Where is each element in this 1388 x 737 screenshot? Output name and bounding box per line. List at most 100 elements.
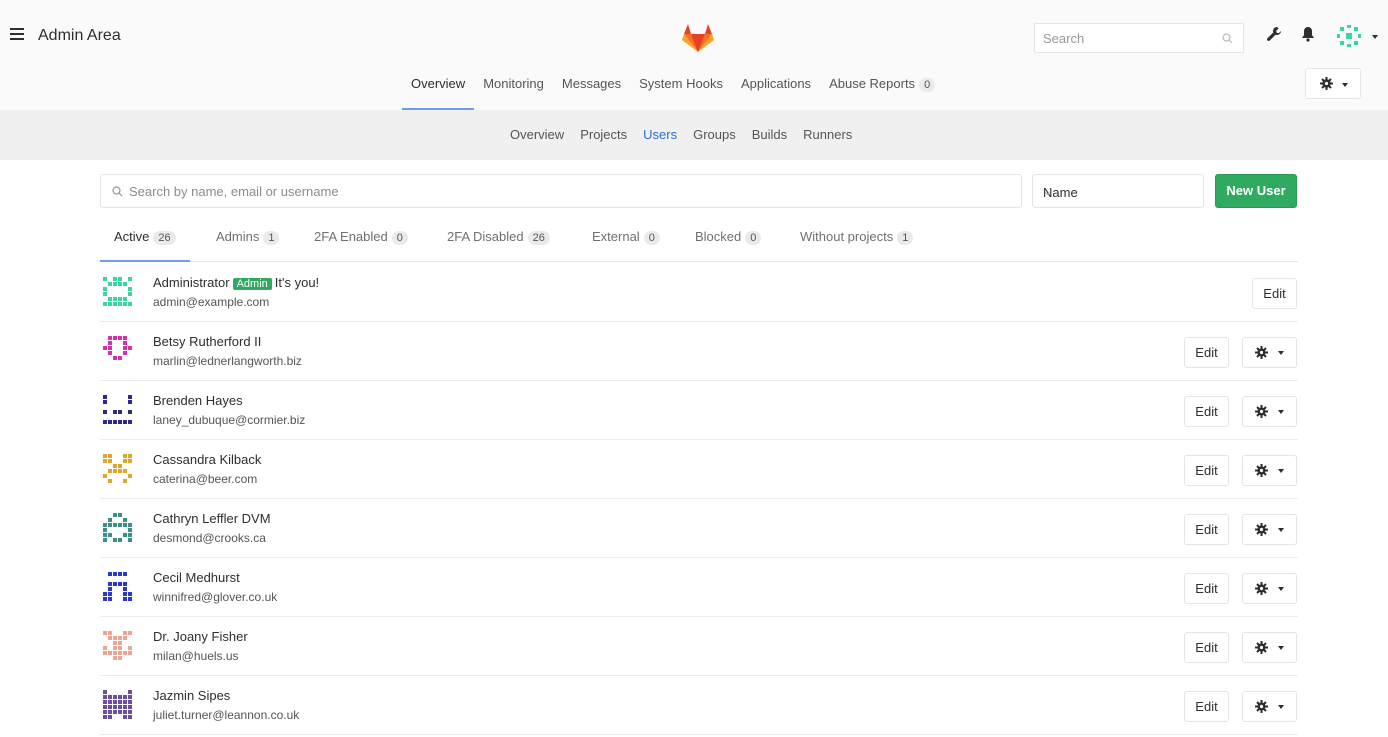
avatar: [103, 336, 132, 360]
user-name-line: Betsy Rutherford II: [153, 334, 261, 349]
subtab-runners[interactable]: Runners: [795, 110, 860, 160]
filter-tab-label: Without projects: [800, 229, 894, 244]
wrench-icon[interactable]: [1266, 26, 1282, 42]
user-name[interactable]: Dr. Joany Fisher: [153, 629, 248, 644]
gear-icon: [1255, 700, 1268, 713]
filter-tab-admins[interactable]: Admins 1: [202, 222, 293, 262]
user-row: Administrator Admin It's you! admin@example…: [100, 263, 1298, 322]
filter-tab-external[interactable]: External 0: [578, 222, 674, 262]
app-header: Admin Area: [0, 0, 1388, 62]
user-actions-dropdown[interactable]: [1242, 514, 1297, 545]
filter-tab-2fa-enabled[interactable]: 2FA Enabled 0: [300, 222, 422, 262]
edit-button[interactable]: Edit: [1184, 514, 1229, 545]
edit-button[interactable]: Edit: [1252, 278, 1297, 309]
subtab-overview[interactable]: Overview: [502, 110, 572, 160]
edit-button[interactable]: Edit: [1184, 632, 1229, 663]
new-user-button[interactable]: New User: [1215, 174, 1297, 208]
settings-dropdown-button[interactable]: [1305, 68, 1361, 99]
user-row: Cecil Medhurst winnifred@glover.co.uk Edit: [100, 558, 1298, 617]
avatar: [103, 513, 132, 542]
tab-overview[interactable]: Overview: [402, 62, 475, 110]
filter-tab-label: 2FA Disabled: [447, 229, 524, 244]
filter-tab-label: External: [592, 229, 640, 244]
chevron-down-icon: [1278, 469, 1284, 473]
gear-icon: [1255, 405, 1268, 418]
chevron-down-icon: [1372, 35, 1378, 39]
user-name[interactable]: Jazmin Sipes: [153, 688, 230, 703]
user-name[interactable]: Betsy Rutherford II: [153, 334, 261, 349]
subtab-builds[interactable]: Builds: [744, 110, 795, 160]
gear-icon: [1255, 464, 1268, 477]
chevron-down-icon: [1342, 83, 1348, 87]
sort-select[interactable]: Name ⌄: [1032, 174, 1204, 208]
user-name[interactable]: Administrator: [153, 275, 230, 290]
gear-icon: [1255, 346, 1268, 359]
user-row: Cassandra Kilback caterina@beer.com Edit: [100, 440, 1298, 499]
user-name[interactable]: Cathryn Leffler DVM: [153, 511, 271, 526]
count-badge: 26: [527, 231, 550, 245]
user-email: juliet.turner@leannon.co.uk: [153, 708, 300, 722]
tab-label: Overview: [411, 76, 466, 91]
user-search-input[interactable]: [129, 175, 1009, 207]
filter-tab-blocked[interactable]: Blocked 0: [681, 222, 775, 262]
user-email: admin@example.com: [153, 295, 270, 309]
filter-tab-active[interactable]: Active 26: [100, 222, 190, 262]
tab-label: Monitoring: [483, 76, 544, 91]
user-name[interactable]: Cecil Medhurst: [153, 570, 240, 585]
search-icon: [1222, 33, 1233, 44]
user-actions-dropdown[interactable]: [1242, 573, 1297, 604]
edit-button[interactable]: Edit: [1184, 455, 1229, 486]
user-name[interactable]: Brenden Hayes: [153, 393, 243, 408]
user-email: milan@huels.us: [153, 649, 239, 663]
admin-nav: Overview Monitoring Messages System Hooks Ap…: [0, 62, 1388, 110]
filter-tab-2fa-disabled[interactable]: 2FA Disabled 26: [433, 222, 564, 262]
user-email: winnifred@glover.co.uk: [153, 590, 278, 604]
user-name-line: Cathryn Leffler DVM: [153, 511, 271, 526]
chevron-down-icon: ⌄: [1043, 186, 1053, 198]
tab-abuse-reports[interactable]: Abuse Reports 0: [820, 62, 944, 110]
user-row: Brenden Hayes laney_dubuque@cormier.biz Ed…: [100, 381, 1298, 440]
avatar: [103, 572, 132, 601]
tab-monitoring[interactable]: Monitoring: [474, 62, 553, 110]
menu-icon[interactable]: [10, 28, 24, 40]
user-search[interactable]: [100, 174, 1022, 208]
user-row: Betsy Rutherford II marlin@lednerlangwort…: [100, 322, 1298, 381]
search-icon: [112, 186, 123, 197]
avatar: [103, 454, 132, 483]
chevron-down-icon: [1278, 646, 1284, 650]
user-name[interactable]: Cassandra Kilback: [153, 452, 261, 467]
avatar: [103, 395, 132, 424]
user-actions-dropdown[interactable]: [1242, 337, 1297, 368]
user-actions-dropdown[interactable]: [1242, 455, 1297, 486]
user-name-line: Dr. Joany Fisher: [153, 629, 248, 644]
filter-tab-without-projects[interactable]: Without projects 1: [786, 222, 927, 262]
subtab-projects[interactable]: Projects: [572, 110, 635, 160]
user-actions-dropdown[interactable]: [1242, 691, 1297, 722]
tab-system-hooks[interactable]: System Hooks: [630, 62, 732, 110]
user-actions-dropdown[interactable]: [1242, 396, 1297, 427]
chevron-down-icon: [1278, 705, 1284, 709]
user-email: marlin@lednerlangworth.biz: [153, 354, 302, 368]
filter-tab-label: Admins: [216, 229, 260, 244]
gitlab-logo[interactable]: [680, 22, 716, 54]
edit-button[interactable]: Edit: [1184, 337, 1229, 368]
user-name-line: Cecil Medhurst: [153, 570, 240, 585]
count-badge: 0: [745, 231, 762, 245]
count-badge: 1: [897, 231, 914, 245]
global-search-input[interactable]: [1035, 24, 1205, 52]
subtab-groups[interactable]: Groups: [685, 110, 744, 160]
user-actions-dropdown[interactable]: [1242, 632, 1297, 663]
chevron-down-icon: [1278, 351, 1284, 355]
tab-messages[interactable]: Messages: [553, 62, 630, 110]
edit-button[interactable]: Edit: [1184, 691, 1229, 722]
user-email: laney_dubuque@cormier.biz: [153, 413, 306, 427]
user-menu[interactable]: [1336, 22, 1380, 52]
admin-subnav: Overview Projects Users Groups Builds Runners: [0, 110, 1388, 160]
global-search[interactable]: [1034, 23, 1244, 53]
subtab-users[interactable]: Users: [635, 110, 685, 160]
edit-button[interactable]: Edit: [1184, 573, 1229, 604]
gear-icon: [1255, 523, 1268, 536]
tab-applications[interactable]: Applications: [732, 62, 820, 110]
bell-icon[interactable]: [1301, 26, 1315, 42]
edit-button[interactable]: Edit: [1184, 396, 1229, 427]
